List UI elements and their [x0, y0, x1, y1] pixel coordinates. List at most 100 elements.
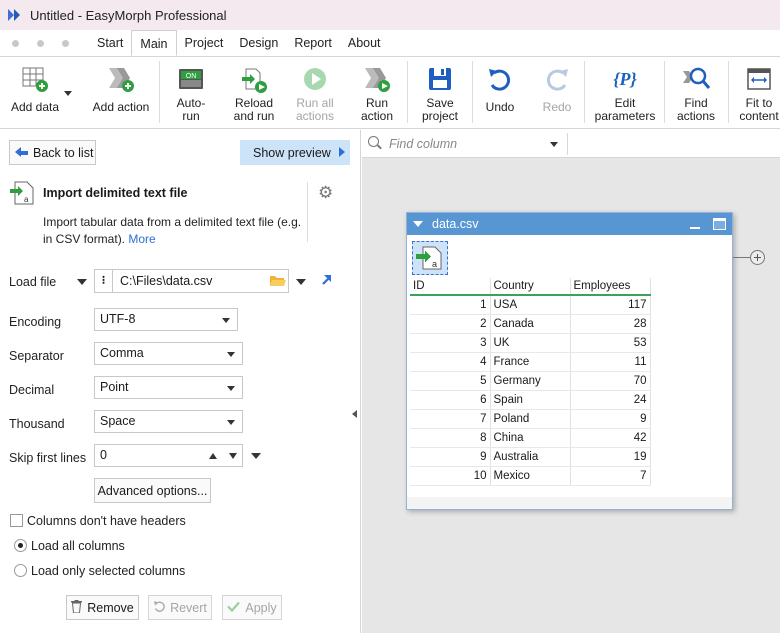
table-row[interactable]: 7 Poland 9 — [410, 409, 651, 429]
table-row[interactable]: 8 China 42 — [410, 428, 651, 448]
tab-about[interactable]: About — [340, 30, 389, 56]
employees-cell[interactable]: 7 — [570, 466, 651, 486]
column-header-country[interactable]: Country — [490, 278, 571, 296]
employees-cell[interactable]: 9 — [570, 409, 651, 429]
reload-and-run-button[interactable]: Reload and run — [226, 57, 282, 127]
employees-cell[interactable]: 70 — [570, 371, 651, 391]
load-selected-columns-radio[interactable] — [14, 564, 27, 577]
add-data-button[interactable]: Add data — [6, 57, 64, 127]
id-cell[interactable]: 8 — [410, 428, 491, 448]
more-vertical-icon[interactable]: ⁝ — [95, 270, 113, 292]
import-action-icon[interactable]: a — [412, 241, 448, 275]
minimize-icon[interactable] — [690, 227, 700, 229]
tab-main[interactable]: Main — [131, 30, 177, 56]
table-row[interactable]: 10 Mexico 7 — [410, 466, 651, 486]
encoding-select[interactable]: UTF-8 — [94, 308, 238, 331]
id-cell[interactable]: 3 — [410, 333, 491, 353]
column-header-id[interactable]: ID — [410, 278, 491, 296]
id-cell[interactable]: 9 — [410, 447, 491, 467]
tab-design[interactable]: Design — [231, 30, 286, 56]
add-connection-icon[interactable] — [750, 250, 765, 265]
table-row[interactable]: 1 USA 117 — [410, 295, 651, 315]
table-window[interactable]: data.csv a ID Country Employees 1 USA 117 2… — [406, 212, 733, 510]
country-cell[interactable]: USA — [490, 295, 571, 315]
country-cell[interactable]: Spain — [490, 390, 571, 410]
country-cell[interactable]: Germany — [490, 371, 571, 391]
table-row[interactable]: 2 Canada 28 — [410, 314, 651, 334]
add-data-dropdown-icon[interactable] — [64, 91, 72, 96]
table-row[interactable]: 9 Australia 19 — [410, 447, 651, 467]
find-actions-button[interactable]: Find actions — [670, 57, 722, 127]
columns-no-headers-checkbox[interactable] — [10, 514, 23, 527]
table-row[interactable]: 5 Germany 70 — [410, 371, 651, 391]
country-cell[interactable]: France — [490, 352, 571, 372]
country-cell[interactable]: Mexico — [490, 466, 571, 486]
separator-select[interactable]: Comma — [94, 342, 243, 365]
advanced-options-button[interactable]: Advanced options... — [94, 478, 211, 503]
table-row[interactable]: 3 UK 53 — [410, 333, 651, 353]
employees-cell[interactable]: 24 — [570, 390, 651, 410]
back-to-list-button[interactable]: Back to list — [9, 140, 96, 165]
edit-parameters-button[interactable]: {P} Edit parameters — [593, 57, 657, 127]
remove-button[interactable]: Remove — [66, 595, 139, 620]
stepper-up-icon[interactable] — [209, 453, 217, 459]
table-row[interactable]: 4 France 11 — [410, 352, 651, 372]
show-preview-button[interactable]: Show preview — [240, 140, 350, 165]
fit-to-content-button[interactable]: Fit to content — [734, 57, 780, 127]
tab-project[interactable]: Project — [177, 30, 232, 56]
dot-icon[interactable] — [37, 40, 44, 47]
dot-icon[interactable] — [12, 40, 19, 47]
more-link[interactable]: More — [128, 232, 155, 246]
apply-button[interactable]: Apply — [222, 595, 282, 620]
open-link-arrow-icon[interactable] — [320, 273, 333, 289]
country-cell[interactable]: Australia — [490, 447, 571, 467]
id-cell[interactable]: 1 — [410, 295, 491, 315]
thousand-select[interactable]: Space — [94, 410, 243, 433]
employees-cell[interactable]: 42 — [570, 428, 651, 448]
stepper-down-icon[interactable] — [229, 453, 237, 459]
id-cell[interactable]: 4 — [410, 352, 491, 372]
country-cell[interactable]: China — [490, 428, 571, 448]
revert-button[interactable]: Revert — [148, 595, 212, 620]
employees-cell[interactable]: 11 — [570, 352, 651, 372]
run-all-actions-button[interactable]: Run all actions — [288, 57, 342, 127]
redo-button[interactable]: Redo — [535, 57, 579, 127]
id-cell[interactable]: 7 — [410, 409, 491, 429]
dot-icon[interactable] — [62, 40, 69, 47]
skip-first-lines-dropdown-icon[interactable] — [251, 453, 261, 459]
add-action-button[interactable]: Add action — [88, 57, 154, 127]
country-cell[interactable]: UK — [490, 333, 571, 353]
country-cell[interactable]: Canada — [490, 314, 571, 334]
maximize-icon[interactable] — [713, 218, 726, 230]
save-project-button[interactable]: Save project — [414, 57, 466, 127]
table-window-header[interactable]: data.csv — [407, 213, 732, 235]
employees-cell[interactable]: 117 — [570, 295, 651, 315]
load-file-field[interactable]: ⁝ C:\Files\data.csv — [94, 269, 289, 293]
employees-cell[interactable]: 28 — [570, 314, 651, 334]
load-file-options-dropdown-icon[interactable] — [296, 279, 306, 285]
auto-run-button[interactable]: ON Auto- run — [166, 57, 216, 127]
run-action-button[interactable]: Run action — [352, 57, 402, 127]
load-all-columns-radio[interactable] — [14, 539, 27, 552]
column-header-employees[interactable]: Employees — [570, 278, 651, 296]
gear-icon[interactable]: ⚙ — [318, 183, 333, 203]
table-scrollbar[interactable] — [407, 497, 732, 509]
skip-first-lines-stepper[interactable]: 0 — [94, 444, 243, 467]
id-cell[interactable]: 6 — [410, 390, 491, 410]
folder-icon[interactable] — [269, 273, 286, 291]
find-column-input[interactable]: Find column — [389, 137, 457, 151]
id-cell[interactable]: 2 — [410, 314, 491, 334]
country-cell[interactable]: Poland — [490, 409, 571, 429]
undo-button[interactable]: Undo — [478, 57, 522, 127]
collapse-panel-icon[interactable] — [352, 410, 357, 418]
load-file-mode-dropdown-icon[interactable] — [77, 279, 87, 285]
table-row[interactable]: 6 Spain 24 — [410, 390, 651, 410]
tab-start[interactable]: Start — [89, 30, 131, 56]
decimal-select[interactable]: Point — [94, 376, 243, 399]
tab-report[interactable]: Report — [286, 30, 340, 56]
id-cell[interactable]: 5 — [410, 371, 491, 391]
collapse-table-icon[interactable] — [413, 221, 423, 227]
employees-cell[interactable]: 53 — [570, 333, 651, 353]
find-column-dropdown-icon[interactable] — [550, 142, 558, 147]
employees-cell[interactable]: 19 — [570, 447, 651, 467]
